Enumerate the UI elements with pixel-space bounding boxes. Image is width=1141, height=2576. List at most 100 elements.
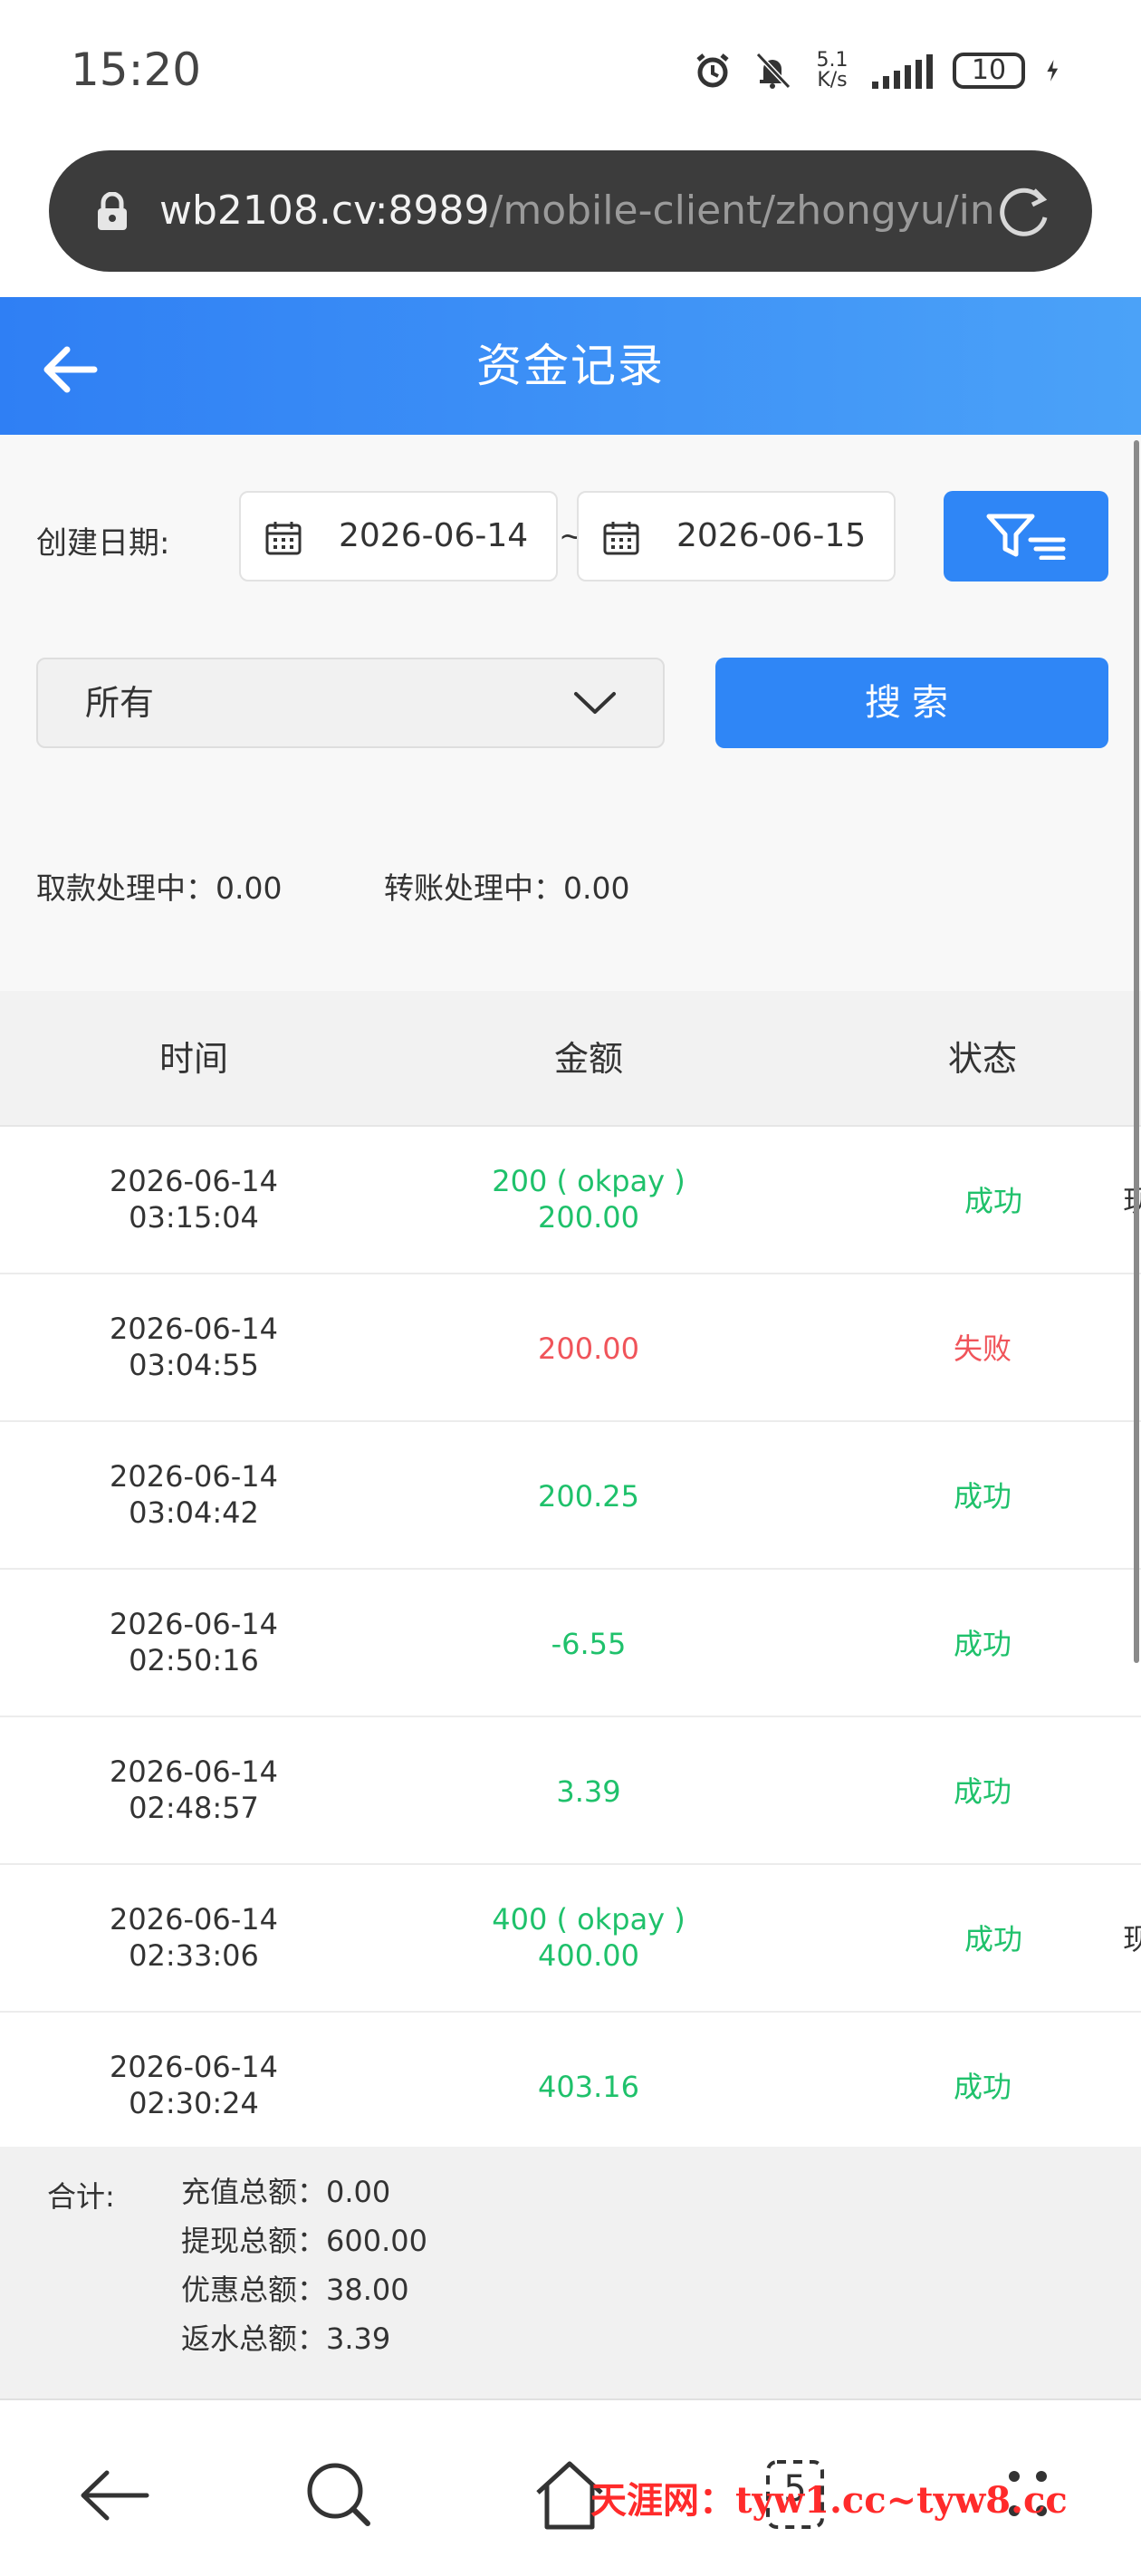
table-row[interactable]: 2026-06-14 02:30:24 403.16 成功 (0, 2013, 1141, 2160)
table-header: 时间 金额 状态 (0, 991, 1141, 1127)
scrollbar[interactable] (1134, 440, 1139, 1663)
table-row[interactable]: 2026-06-14 03:04:55 200.00 失败 (0, 1274, 1141, 1422)
date-from-value: 2026-06-14 (339, 517, 529, 554)
cell-amount-channel: 400 ( okpay ) (492, 1902, 686, 1937)
mute-bell-icon (755, 52, 791, 90)
column-header-time: 时间 (158, 1039, 228, 1079)
summary-withdraw-label: 提现总额： (181, 2224, 327, 2258)
type-select-value: 所有 (85, 683, 155, 723)
cell-amount: 200.00 (426, 1331, 752, 1367)
clock: 15:20 (71, 43, 202, 96)
summary-bonus-label: 优惠总额： (181, 2273, 327, 2307)
cell-time: 2026-06-14 02:30:24 (63, 2049, 324, 2121)
cell-time: 2026-06-14 03:04:55 (63, 1311, 324, 1383)
summary-recharge: 充值总额：0.00 (181, 2174, 390, 2210)
cell-amount: 200.25 (426, 1478, 752, 1514)
cell-amount: 400 ( okpay ) 400.00 (426, 1901, 752, 1974)
summary-panel: 合计: 充值总额：0.00 提现总额：600.00 优惠总额：38.00 返水总… (0, 2147, 1141, 2400)
network-speed-value: 5.1 (816, 49, 849, 72)
table-row[interactable]: 2026-06-14 03:15:04 200 ( okpay ) 200.00 成功现 (0, 1127, 1141, 1274)
cell-clock-time: 02:33:06 (129, 1938, 259, 1973)
status-bar: 15:20 5.1 K/s 10 (0, 0, 1141, 145)
cell-overflow-text: 现 (1123, 1922, 1141, 1956)
calendar-icon (265, 522, 302, 555)
cell-date: 2026-06-14 (110, 1459, 278, 1494)
cell-time: 2026-06-14 02:33:06 (63, 1901, 324, 1974)
withdraw-pending: 取款处理中：0.00 (36, 864, 282, 908)
cell-amount-value: 403.16 (538, 2070, 639, 2104)
filter-panel: 创建日期: 2026-06-14 ~ 2026-06-15 所有 搜索 取款处理… (0, 435, 1141, 991)
cell-clock-time: 03:15:04 (129, 1200, 259, 1235)
summary-bonus-value: 38.00 (326, 2273, 409, 2307)
filter-button[interactable] (944, 491, 1108, 582)
date-label: 创建日期: (36, 525, 170, 562)
cell-date: 2026-06-14 (110, 1754, 278, 1789)
table-row[interactable]: 2026-06-14 02:50:16 -6.55 成功 (0, 1570, 1141, 1717)
summary-withdraw: 提现总额：600.00 (181, 2223, 427, 2259)
table-row[interactable]: 2026-06-14 02:48:57 3.39 成功 (0, 1717, 1141, 1865)
cell-date: 2026-06-14 (110, 1164, 278, 1198)
cell-amount-value: 3.39 (556, 1774, 621, 1809)
chevron-down-icon (574, 692, 616, 714)
watermark-text: 天涯网：tyw1.cc~tyw8.cc (590, 2479, 1068, 2522)
signal-icon (872, 53, 933, 89)
cell-clock-time: 02:48:57 (129, 1791, 259, 1825)
cell-time: 2026-06-14 03:04:42 (63, 1458, 324, 1531)
date-from-input[interactable]: 2026-06-14 (239, 491, 558, 582)
battery-icon: 10 (953, 53, 1025, 89)
page-title: 资金记录 (476, 340, 665, 392)
cell-date: 2026-06-14 (110, 1607, 278, 1641)
cell-time: 2026-06-14 02:50:16 (63, 1606, 324, 1678)
cell-amount: 403.16 (426, 2069, 752, 2105)
status-badge: 成功 (964, 1184, 1022, 1218)
cell-amount-value: 200.00 (538, 1331, 639, 1366)
network-speed: 5.1 K/s (812, 51, 852, 91)
cell-amount-value: 200.00 (538, 1200, 639, 1235)
address-bar[interactable]: wb2108.cv:8989/mobile-client/zhongyu/ind… (49, 150, 1092, 272)
transfer-pending: 转账处理中：0.00 (384, 864, 629, 908)
summary-rebate: 返水总额：3.39 (181, 2321, 390, 2357)
search-button[interactable]: 搜索 (715, 658, 1108, 748)
charging-icon (1047, 60, 1059, 82)
summary-rebate-value: 3.39 (326, 2321, 391, 2356)
transfer-pending-label: 转账处理中： (384, 870, 563, 906)
summary-recharge-label: 充值总额： (181, 2175, 327, 2209)
date-to-value: 2026-06-15 (676, 517, 867, 554)
filter-icon (986, 514, 1066, 560)
cell-amount-value: 200.25 (538, 1479, 639, 1514)
table-row[interactable]: 2026-06-14 03:04:42 200.25 成功 (0, 1422, 1141, 1570)
withdraw-pending-label: 取款处理中： (36, 870, 216, 906)
cell-amount-channel: 200 ( okpay ) (492, 1164, 686, 1198)
cell-amount-value: 400.00 (538, 1938, 639, 1973)
cell-amount: -6.55 (426, 1626, 752, 1662)
url-path: /mobile-client/zhongyu/index (489, 187, 992, 234)
column-header-status: 状态 (947, 1039, 1017, 1079)
status-icons: 5.1 K/s 10 (693, 45, 1069, 96)
back-arrow-icon[interactable] (36, 333, 109, 406)
cell-date: 2026-06-14 (110, 2050, 278, 2084)
column-header-amount: 金额 (553, 1039, 623, 1079)
summary-recharge-value: 0.00 (326, 2175, 391, 2209)
alarm-icon (696, 53, 729, 88)
status-badge: 成功 (953, 1774, 1012, 1809)
search-icon[interactable] (299, 2455, 380, 2536)
transfer-pending-value: 0.00 (563, 870, 630, 906)
status-badge: 成功 (953, 2070, 1012, 2104)
records-table: 2026-06-14 03:15:04 200 ( okpay ) 200.00 成功现… (0, 1127, 1141, 2160)
table-row[interactable]: 2026-06-14 02:33:06 400 ( okpay ) 400.00 成功 现 (0, 1865, 1141, 2013)
status-badge: 成功 (964, 1922, 1022, 1956)
reload-icon[interactable] (994, 181, 1054, 241)
date-to-input[interactable]: 2026-06-15 (577, 491, 896, 582)
status-badge: 成功 (953, 1479, 1012, 1514)
network-speed-unit: K/s (817, 69, 848, 91)
type-select[interactable]: 所有 (36, 658, 665, 748)
status-badge: 失败 (953, 1331, 1012, 1366)
cell-time: 2026-06-14 03:15:04 (63, 1163, 324, 1235)
url-text[interactable]: wb2108.cv:8989/mobile-client/zhongyu/ind… (159, 181, 992, 241)
summary-rebate-label: 返水总额： (181, 2321, 327, 2356)
lock-icon (98, 192, 127, 230)
cell-clock-time: 03:04:55 (129, 1348, 259, 1382)
nav-back-icon[interactable] (74, 2455, 156, 2536)
cell-amount: 3.39 (426, 1773, 752, 1810)
summary-bonus: 优惠总额：38.00 (181, 2272, 409, 2308)
